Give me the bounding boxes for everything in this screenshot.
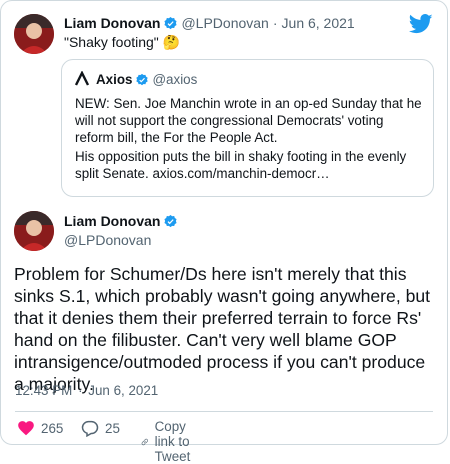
quoted-paragraph-2: His opposition puts the bill in shaky fo… xyxy=(75,148,425,182)
quoted-author-name[interactable]: Axios xyxy=(96,72,132,87)
tweet-date: Jun 6, 2021 xyxy=(88,383,159,398)
link-icon xyxy=(141,438,148,445)
verified-badge-icon xyxy=(163,16,178,36)
tweet-timestamp[interactable]: 12:43 PM · Jun 6, 2021 xyxy=(15,383,158,398)
reply-count: 25 xyxy=(105,420,120,436)
tweet2-author: Liam Donovan xyxy=(64,213,181,234)
verified-badge-icon xyxy=(135,73,149,92)
separator-dot: · xyxy=(272,15,278,31)
verified-badge-icon xyxy=(163,214,178,234)
tweet-time: 12:43 PM xyxy=(15,383,73,398)
tweet1-header: Liam Donovan @LPDonovan · Jun 6, 2021 xyxy=(64,15,355,36)
quoted-link[interactable]: axios.com/manchin-democr… xyxy=(152,166,329,181)
author-name[interactable]: Liam Donovan xyxy=(64,213,160,229)
copy-link-label: Copy link to Tweet xyxy=(154,419,191,464)
author-name[interactable]: Liam Donovan xyxy=(64,15,160,31)
reply-icon xyxy=(81,420,99,437)
tweet-date[interactable]: Jun 6, 2021 xyxy=(282,15,355,31)
twitter-logo-icon[interactable] xyxy=(408,14,433,39)
axios-logo-icon xyxy=(74,70,90,87)
reply-button[interactable]: 25 xyxy=(81,419,120,437)
like-button[interactable]: 265 xyxy=(17,419,63,437)
like-count: 265 xyxy=(41,420,64,436)
separator-dot: · xyxy=(78,383,83,398)
avatar[interactable] xyxy=(14,14,54,54)
embedded-tweet-card: Liam Donovan @LPDonovan · Jun 6, 2021 "Shak… xyxy=(0,0,448,464)
thinking-emoji: 🤔 xyxy=(162,34,181,50)
author-handle[interactable]: @LPDonovan xyxy=(64,232,151,248)
quoted-header: Axios @axios xyxy=(74,70,197,92)
quoted-paragraph-1: NEW: Sen. Joe Manchin wrote in an op-ed … xyxy=(75,96,422,145)
quoted-tweet[interactable]: Axios @axios NEW: Sen. Joe Manchin wrote … xyxy=(61,59,434,197)
avatar[interactable] xyxy=(14,211,54,251)
copy-link-button[interactable]: Copy link to Tweet xyxy=(141,419,201,464)
heart-icon xyxy=(18,421,34,436)
divider xyxy=(15,411,433,412)
tweet1-text: "Shaky footing" xyxy=(64,34,159,50)
tweet1-text-row: "Shaky footing" 🤔 xyxy=(64,34,180,51)
quoted-author-handle[interactable]: @axios xyxy=(152,72,197,87)
tweet2-text: Problem for Schumer/Ds here isn't merely… xyxy=(14,264,431,394)
author-handle[interactable]: @LPDonovan xyxy=(181,15,268,31)
